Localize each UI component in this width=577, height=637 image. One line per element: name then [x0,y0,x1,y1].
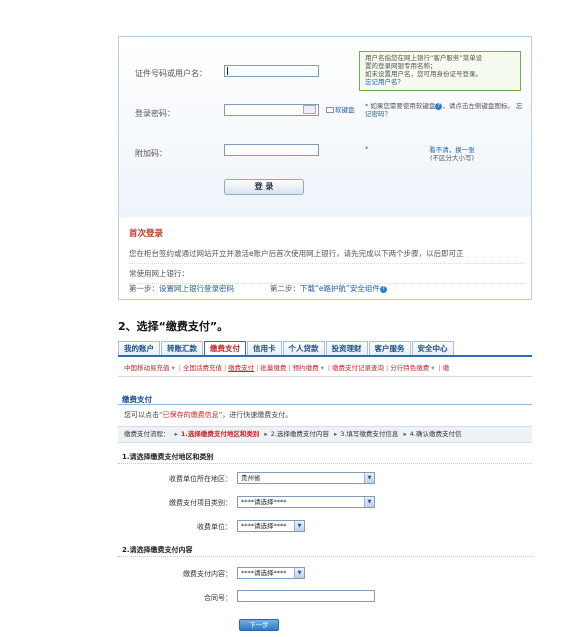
step2-prefix: 第二步： [270,284,300,293]
chevron-down-icon: ▼ [364,473,374,483]
help-icon[interactable]: ? [379,285,387,293]
captcha-label: 附加码： [135,149,167,158]
region-select[interactable]: 贵州省 ▼ [237,472,375,484]
login-form: 证件号码或用户名： 用户名指您在网上银行“客户服务”菜单设 置的登录网银专用名称… [119,37,531,217]
subnav-item-scheduled-payment[interactable]: 预约缴费 [293,364,319,372]
subnav-item-mobile-topup[interactable]: 中国移动易充值 [124,364,170,372]
group-title: 2.请选择缴费支付内容 [122,546,193,554]
tab-credit-card[interactable]: 信用卡 [247,341,282,355]
arrow-right-icon: ▸ [174,430,178,438]
divider [118,463,532,464]
main-nav-tabs: 我的账户 转账汇款 缴费支付 信用卡 个人贷款 投资理财 客户服务 安全中心 [118,341,532,357]
region-label: 收费单位所在地区： [169,475,232,483]
category-select[interactable]: ****请选择**** ▼ [237,496,375,508]
contract-input[interactable] [237,590,375,602]
tab-customer-service[interactable]: 客户服务 [368,341,411,355]
chevron-down-icon: ▼ [294,521,304,531]
tab-transfer[interactable]: 转账汇款 [161,341,203,355]
contract-label: 合同号： [204,594,232,602]
soft-keyboard-label: 软键盘 [335,106,355,114]
content-label: 缴费支付内容： [183,570,232,578]
first-login-desc-line: 您在柜台签约或通过网站开立并激活e账户后首次使用网上银行，请先完成以下两个步骤，… [129,244,525,264]
set-password-link[interactable]: 设置网上银行登录密码 [159,284,234,293]
category-select-value: ****请选择**** [241,498,287,506]
soft-keyboard-hint-text: * 如果您需要使用软键盘 [365,102,436,110]
hint-line: 用户名指您在网上银行“客户服务”菜单设 [365,54,483,62]
payment-flow-bar: 缴费支付流程： ▸ 1.选择缴费支付地区和类别 ▸ 2.选择缴费支付内容 ▸ 3.填写… [118,426,532,443]
first-login-description: 您在柜台签约或通过网站开立并激活e账户后首次使用网上银行，请先完成以下两个步骤，… [129,244,525,284]
chevron-down-icon: ▼ [294,568,304,578]
category-label: 缴费支付项目类别： [169,499,232,507]
flow-step: 3.填写缴费支付信息 [340,430,399,438]
hint-line: 置的登录网银专用名称； [365,62,437,70]
first-login-title: 首次登录 [129,229,164,239]
text-cursor [227,67,228,75]
step-heading: 2、选择“缴费支付”。 [118,320,229,333]
group-title: 1.请选择缴费支付地区和类别 [122,453,214,461]
login-panel: 证件号码或用户名： 用户名指您在网上银行“客户服务”菜单设 置的登录网银专用名称… [118,36,532,300]
unit-label: 收费单位： [197,523,232,531]
divider [118,556,532,557]
password-label: 登录密码： [135,109,175,118]
captcha-case-note: (不区分大小写) [429,154,475,162]
intro-text: 您可以点击 [124,411,159,419]
subnav-item-bill-payment[interactable]: 缴费支付 [228,364,254,372]
captcha-refresh-link[interactable]: 看不清，换一张 [417,146,487,154]
tab-bill-payment[interactable]: 缴费支付 [204,341,246,355]
dropdown-arrow-icon[interactable]: ▾ [321,364,324,372]
subnav-item-phone-topup[interactable]: 全国话费充值 [183,364,222,372]
tab-personal-loan[interactable]: 个人贷款 [282,341,325,355]
username-hint-box: 用户名指您在网上银行“客户服务”菜单设 置的登录网银专用名称； 如未设置用户名，… [359,51,521,91]
username-label: 证件号码或用户名： [135,69,207,78]
content-select[interactable]: ****请选择**** ▼ [237,567,305,579]
flow-step: 2.选择缴费支付内容 [270,430,329,438]
arrow-right-icon: ▸ [333,430,338,438]
arrow-right-icon: ▸ [403,430,407,438]
arrow-right-icon: ▸ [264,430,268,438]
flow-step-current: 1.选择缴费支付地区和类别 [180,430,260,438]
keyboard-icon [326,107,334,113]
dropdown-arrow-icon[interactable]: ▾ [172,364,175,372]
first-login-steps: 第一步：设置网上银行登录密码 第二步：下载“e路护航”安全组件? [129,283,387,294]
tab-my-account[interactable]: 我的账户 [118,341,160,355]
captcha-input[interactable] [224,144,319,156]
unit-select-value: ****请选择**** [241,522,287,530]
divider [118,376,532,377]
login-button[interactable]: 登 录 [224,179,304,195]
forgot-username-link[interactable]: 忘记用户名？ [365,78,515,86]
soft-keyboard-button[interactable]: 软键盘 [326,104,355,114]
subnav-item-payment-records[interactable]: 缴费支付记录查询 [332,364,384,372]
soft-keyboard-hint-text: ，请点击左侧键盘图标。 [442,102,514,110]
subnav-item-branch-payment[interactable]: 分行特色缴费 [390,364,429,372]
username-input[interactable] [224,65,319,77]
section-intro: 您可以点击“已保存的缴费信息”，进行快速缴费支付。 [124,410,292,420]
hint-line: 如未设置用户名，您可用身份证号登录。 [365,70,482,78]
chevron-down-icon: ▼ [364,497,374,507]
download-security-link[interactable]: 下载“e路护航”安全组件 [300,284,380,293]
next-button[interactable]: 下一步 [239,619,279,631]
content-select-value: ****请选择**** [241,569,287,577]
first-login-desc-line: 常使用网上银行： [129,264,525,284]
step1-prefix: 第一步： [129,284,159,293]
intro-text: ，进行快速缴费支付。 [222,411,293,419]
divider [118,404,532,405]
tab-security-center[interactable]: 安全中心 [411,341,454,355]
saved-payments-link[interactable]: “已保存的缴费信息” [159,411,222,419]
keyboard-icon[interactable] [303,105,316,114]
tab-investment[interactable]: 投资理财 [325,341,368,355]
region-select-value: 贵州省 [241,474,261,482]
flow-step: 4.确认缴费支付信 [409,430,462,438]
flow-label: 缴费支付流程： [124,430,170,438]
soft-keyboard-hint: * 如果您需要使用软键盘? ，请点击左侧键盘图标。 忘记密码？ [365,102,525,118]
captcha-refresh: 看不清，换一张 (不区分大小写) [417,146,487,162]
subnav-item-more[interactable]: 缴 [443,364,450,372]
sub-nav: 中国移动易充值 ▾ | 全国话费充值 | 缴费支付 | 批量缴费 | 预约缴费 ▾ | 缴费支付记录查询… [124,364,450,372]
unit-select[interactable]: ****请选择**** ▼ [237,520,305,532]
subnav-item-batch-payment[interactable]: 批量缴费 [260,364,286,372]
required-mark: * [365,145,369,153]
dropdown-arrow-icon[interactable]: ▾ [431,364,434,372]
